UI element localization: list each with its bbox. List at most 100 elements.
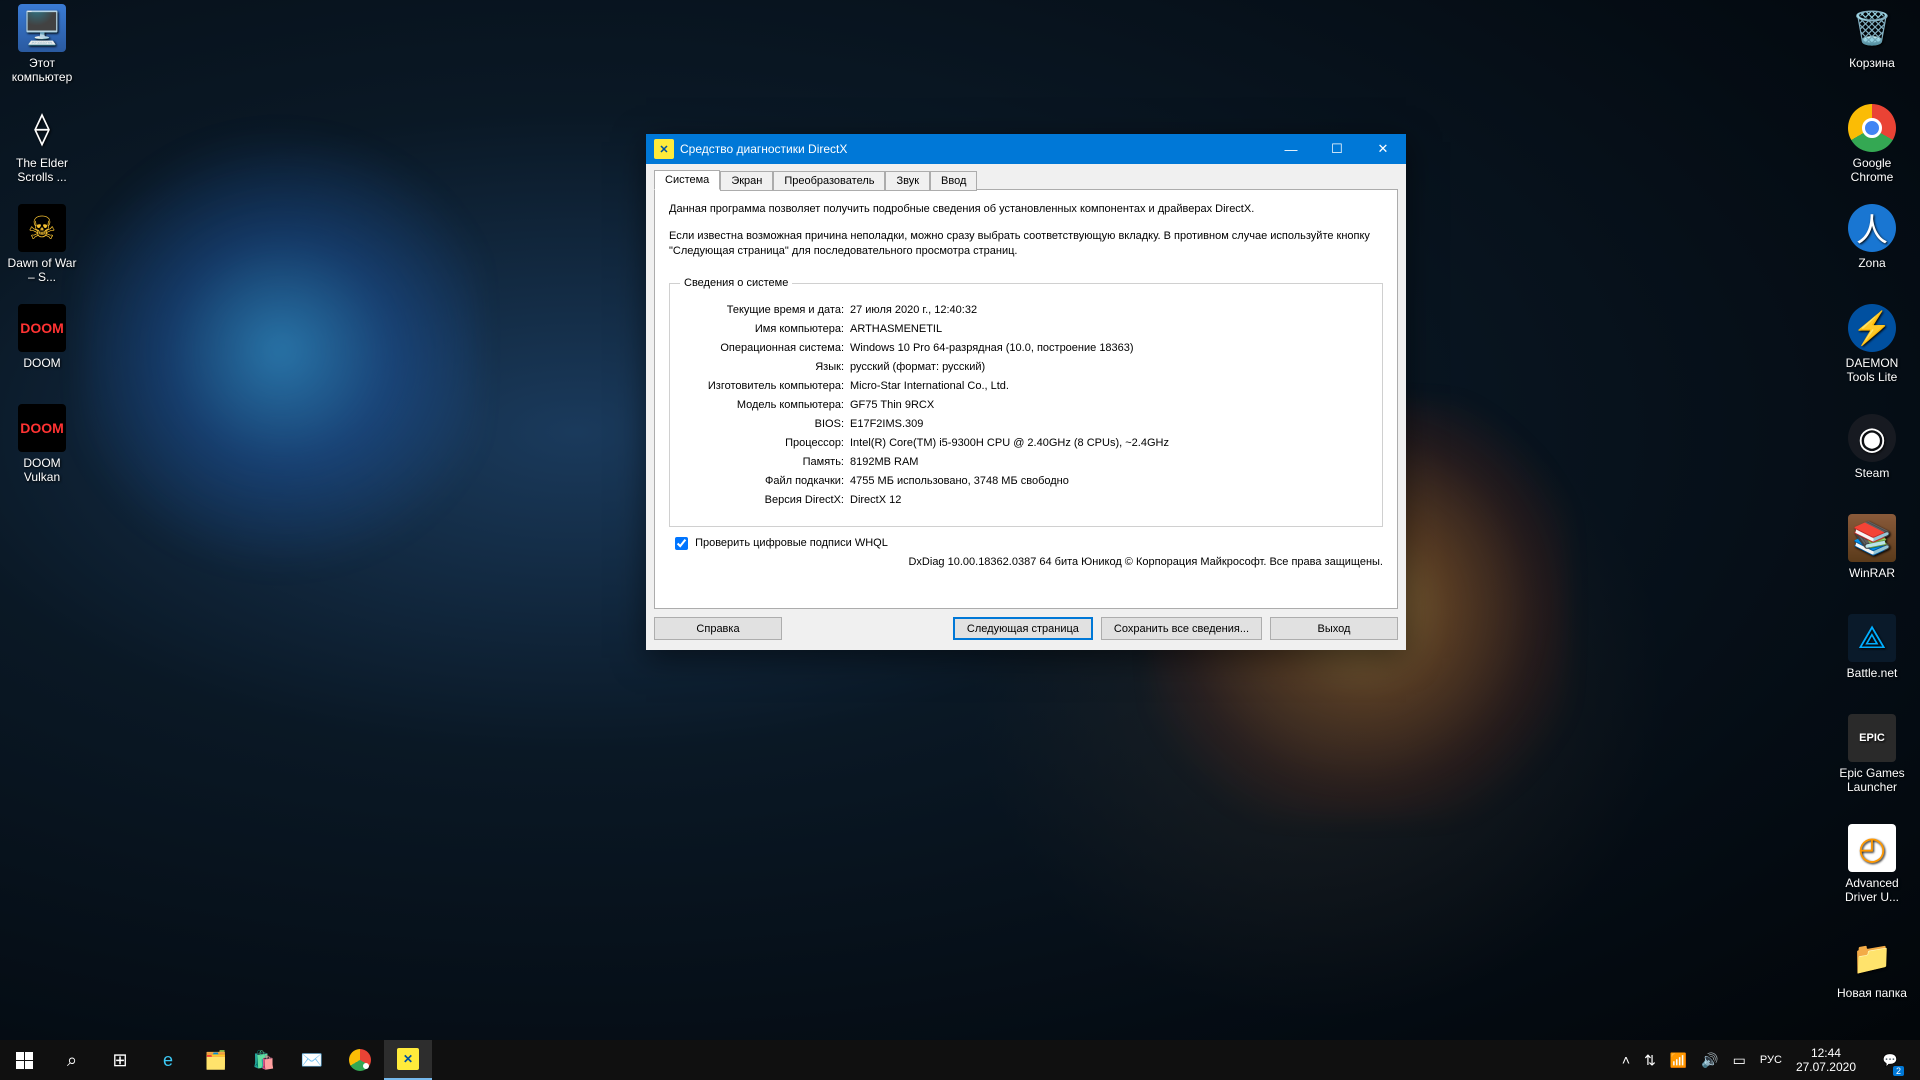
notification-icon: 💬 xyxy=(1883,1053,1898,1067)
desktop-icon-this-pc[interactable]: 🖥️Этот компьютер xyxy=(4,4,80,84)
battlenet-icon: ⟁ xyxy=(1848,614,1896,662)
sysinfo-key: Имя компьютера: xyxy=(680,322,850,336)
desktop-icon-recycle-bin[interactable]: 🗑️Корзина xyxy=(1834,4,1910,70)
tabstrip: Система Экран Преобразователь Звук Ввод xyxy=(654,170,1398,190)
tab-display[interactable]: Экран xyxy=(720,171,773,191)
action-center-button[interactable]: 💬 2 xyxy=(1870,1040,1910,1080)
search-icon: ⌕ xyxy=(67,1050,77,1071)
advanced-driver-icon: ◴ xyxy=(1848,824,1896,872)
winrar-icon: 📚 xyxy=(1848,514,1896,562)
tray-clock[interactable]: 12:44 27.07.2020 xyxy=(1796,1046,1856,1074)
skyrim-icon: ⟠ xyxy=(18,104,66,152)
save-all-button[interactable]: Сохранить все сведения... xyxy=(1101,617,1262,640)
desktop-icon-new-folder[interactable]: 📁Новая папка xyxy=(1834,934,1910,1000)
client-area: Система Экран Преобразователь Звук Ввод … xyxy=(646,164,1406,650)
next-page-button[interactable]: Следующая страница xyxy=(953,617,1093,640)
sysinfo-key: Процессор: xyxy=(680,436,850,450)
doom-icon: DOOM xyxy=(18,304,66,352)
titlebar[interactable]: ✕ Средство диагностики DirectX — ☐ ✕ xyxy=(646,134,1406,164)
sysinfo-row: Модель компьютера:GF75 Thin 9RCX xyxy=(680,398,1372,412)
maximize-button[interactable]: ☐ xyxy=(1314,134,1360,164)
exit-button[interactable]: Выход xyxy=(1270,617,1398,640)
folder-icon: 📁 xyxy=(1848,934,1896,982)
sysinfo-value: Intel(R) Core(TM) i5-9300H CPU @ 2.40GHz… xyxy=(850,436,1372,450)
desktop-icon-winrar[interactable]: 📚WinRAR xyxy=(1834,514,1910,580)
tray-volume-icon[interactable]: 🔊 xyxy=(1701,1052,1718,1069)
tray-wifi-icon[interactable]: 📶 xyxy=(1670,1052,1687,1069)
button-row: Справка Следующая страница Сохранить все… xyxy=(654,609,1398,640)
desktop-icon-battlenet[interactable]: ⟁Battle.net xyxy=(1834,614,1910,680)
sysinfo-row: Язык:русский (формат: русский) xyxy=(680,360,1372,374)
sysinfo-value: 8192MB RAM xyxy=(850,455,1372,469)
chrome-icon xyxy=(1848,104,1896,152)
taskbar-edge[interactable]: e xyxy=(144,1040,192,1080)
system-info-group: Сведения о системе Текущие время и дата:… xyxy=(669,277,1383,527)
desktop-icon-zona[interactable]: 人Zona xyxy=(1834,204,1910,270)
desktop-icon-daemon-tools[interactable]: ⚡DAEMON Tools Lite xyxy=(1834,304,1910,384)
close-button[interactable]: ✕ xyxy=(1360,134,1406,164)
desktop-icon-doom-vulkan[interactable]: DOOMDOOM Vulkan xyxy=(4,404,80,484)
tab-panel-system: Данная программа позволяет получить подр… xyxy=(654,189,1398,609)
sysinfo-key: Файл подкачки: xyxy=(680,474,850,488)
copyright-text: DxDiag 10.00.18362.0387 64 бита Юникод ©… xyxy=(669,556,1383,568)
daemon-tools-icon: ⚡ xyxy=(1848,304,1896,352)
recycle-bin-icon: 🗑️ xyxy=(1848,4,1896,52)
sysinfo-value: ARTHASMENETIL xyxy=(850,322,1372,336)
taskbar-store[interactable]: 🛍️ xyxy=(240,1040,288,1080)
dow-icon: ☠ xyxy=(18,204,66,252)
edge-icon: e xyxy=(163,1050,173,1071)
dxdiag-icon: ✕ xyxy=(654,139,674,159)
sysinfo-value: E17F2IMS.309 xyxy=(850,417,1372,431)
sysinfo-row: Файл подкачки:4755 МБ использовано, 3748… xyxy=(680,474,1372,488)
task-view-icon: ⊞ xyxy=(112,1050,127,1071)
desktop-icon-skyrim[interactable]: ⟠The Elder Scrolls ... xyxy=(4,104,80,184)
sysinfo-row: Процессор:Intel(R) Core(TM) i5-9300H CPU… xyxy=(680,436,1372,450)
tab-render[interactable]: Преобразователь xyxy=(773,171,885,191)
chrome-icon xyxy=(349,1049,371,1071)
desktop-icon-doom[interactable]: DOOMDOOM xyxy=(4,304,80,370)
sysinfo-key: Язык: xyxy=(680,360,850,374)
taskbar-explorer[interactable]: 🗂️ xyxy=(192,1040,240,1080)
pc-icon: 🖥️ xyxy=(18,4,66,52)
notification-badge: 2 xyxy=(1893,1066,1904,1076)
taskbar-chrome[interactable] xyxy=(336,1040,384,1080)
tray-language[interactable]: РУС xyxy=(1760,1054,1782,1066)
whql-checkbox[interactable] xyxy=(675,537,688,550)
desktop-icon-chrome[interactable]: Google Chrome xyxy=(1834,104,1910,184)
tab-system[interactable]: Система xyxy=(654,170,720,190)
task-view-button[interactable]: ⊞ xyxy=(96,1040,144,1080)
taskbar-dxdiag[interactable]: ✕ xyxy=(384,1040,432,1080)
sysinfo-row: Версия DirectX:DirectX 12 xyxy=(680,493,1372,507)
sysinfo-row: Память:8192MB RAM xyxy=(680,455,1372,469)
dxdiag-icon: ✕ xyxy=(397,1048,419,1070)
sysinfo-value: 27 июля 2020 г., 12:40:32 xyxy=(850,303,1372,317)
tray-network-icon[interactable]: ⇅ xyxy=(1644,1052,1656,1069)
desktop-icon-advanced-driver[interactable]: ◴Advanced Driver U... xyxy=(1834,824,1910,904)
sysinfo-key: Изготовитель компьютера: xyxy=(680,379,850,393)
windows-icon xyxy=(16,1052,33,1069)
sysinfo-row: BIOS:E17F2IMS.309 xyxy=(680,417,1372,431)
desktop-icon-epic-games[interactable]: EPICEpic Games Launcher xyxy=(1834,714,1910,794)
desktop-icon-steam[interactable]: ◉Steam xyxy=(1834,414,1910,480)
sysinfo-value: русский (формат: русский) xyxy=(850,360,1372,374)
whql-checkbox-label[interactable]: Проверить цифровые подписи WHQL xyxy=(675,537,888,549)
tray-chevron-up-icon[interactable]: ˄ xyxy=(1622,1052,1630,1068)
help-button[interactable]: Справка xyxy=(654,617,782,640)
search-button[interactable]: ⌕ xyxy=(48,1040,96,1080)
sysinfo-row: Имя компьютера:ARTHASMENETIL xyxy=(680,322,1372,336)
system-info-legend: Сведения о системе xyxy=(680,277,792,289)
tray-battery-icon[interactable]: ▭ xyxy=(1733,1052,1746,1069)
sysinfo-key: Модель компьютера: xyxy=(680,398,850,412)
tab-input[interactable]: Ввод xyxy=(930,171,977,191)
start-button[interactable] xyxy=(0,1040,48,1080)
steam-icon: ◉ xyxy=(1848,414,1896,462)
tab-sound[interactable]: Звук xyxy=(885,171,930,191)
desktop-icon-dawn-of-war[interactable]: ☠Dawn of War – S... xyxy=(4,204,80,284)
taskbar-mail[interactable]: ✉️ xyxy=(288,1040,336,1080)
minimize-button[interactable]: — xyxy=(1268,134,1314,164)
sysinfo-value: GF75 Thin 9RCX xyxy=(850,398,1372,412)
taskbar: ⌕ ⊞ e 🗂️ 🛍️ ✉️ ✕ ˄ ⇅ 📶 🔊 ▭ РУС 12:44 27.… xyxy=(0,1040,1920,1080)
sysinfo-row: Текущие время и дата:27 июля 2020 г., 12… xyxy=(680,303,1372,317)
intro-text-2: Если известна возможная причина неполадк… xyxy=(669,229,1383,259)
store-icon: 🛍️ xyxy=(253,1050,275,1071)
